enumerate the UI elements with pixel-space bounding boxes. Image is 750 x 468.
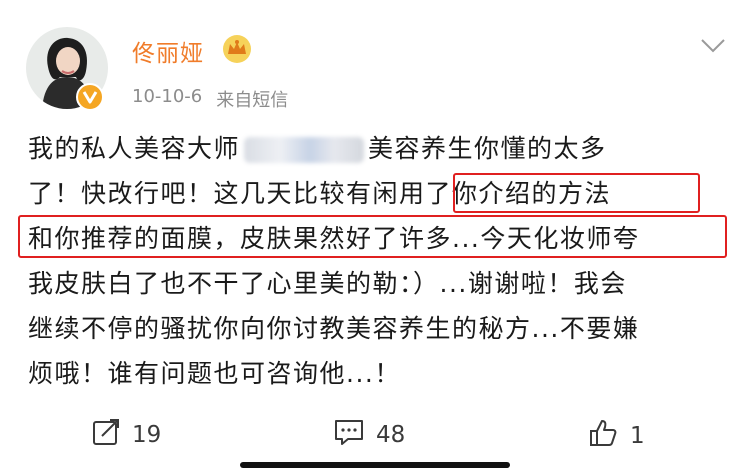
post-source[interactable]: 来自短信: [216, 86, 288, 112]
gold-crown-icon[interactable]: [222, 34, 252, 68]
post-text: 我的私人美容大师 美容养生你懂的太多 了！快改行吧！这几天比较有闲用了你介绍的方法…: [28, 126, 728, 396]
post-line-5: 继续不停的骚扰你向你讨教美容养生的秘方...不要嫌: [28, 314, 640, 343]
repost-icon: [92, 418, 120, 452]
post-line-1a: 我的私人美容大师: [28, 134, 241, 163]
post-line-4: 我皮肤白了也不干了心里美的勒：）...谢谢啦！我会: [28, 269, 627, 298]
verified-v-icon: [76, 83, 104, 111]
post-line-6: 烦哦！谁有问题也可咨询他...！: [28, 359, 401, 388]
comment-icon: [334, 418, 364, 452]
post-line-1b: 美容养生你懂的太多: [368, 134, 607, 163]
post-meta: 10-10-6 来自短信: [132, 86, 288, 112]
highlight-box: [18, 215, 727, 258]
repost-count: 19: [132, 422, 162, 448]
redacted-name: [244, 137, 365, 163]
username[interactable]: 佟丽娅: [132, 34, 204, 68]
repost-button[interactable]: 19: [92, 418, 161, 452]
post-date: 10-10-6: [132, 86, 203, 107]
home-indicator[interactable]: [240, 462, 510, 468]
chevron-down-icon[interactable]: [700, 38, 726, 58]
like-count: 1: [630, 423, 645, 449]
thumbs-up-icon: [588, 418, 618, 454]
highlight-box: [453, 173, 700, 213]
comment-button[interactable]: 48: [334, 418, 405, 452]
like-button[interactable]: 1: [588, 418, 645, 454]
comment-count: 48: [376, 422, 406, 448]
action-bar: 19 48 1: [0, 418, 750, 458]
